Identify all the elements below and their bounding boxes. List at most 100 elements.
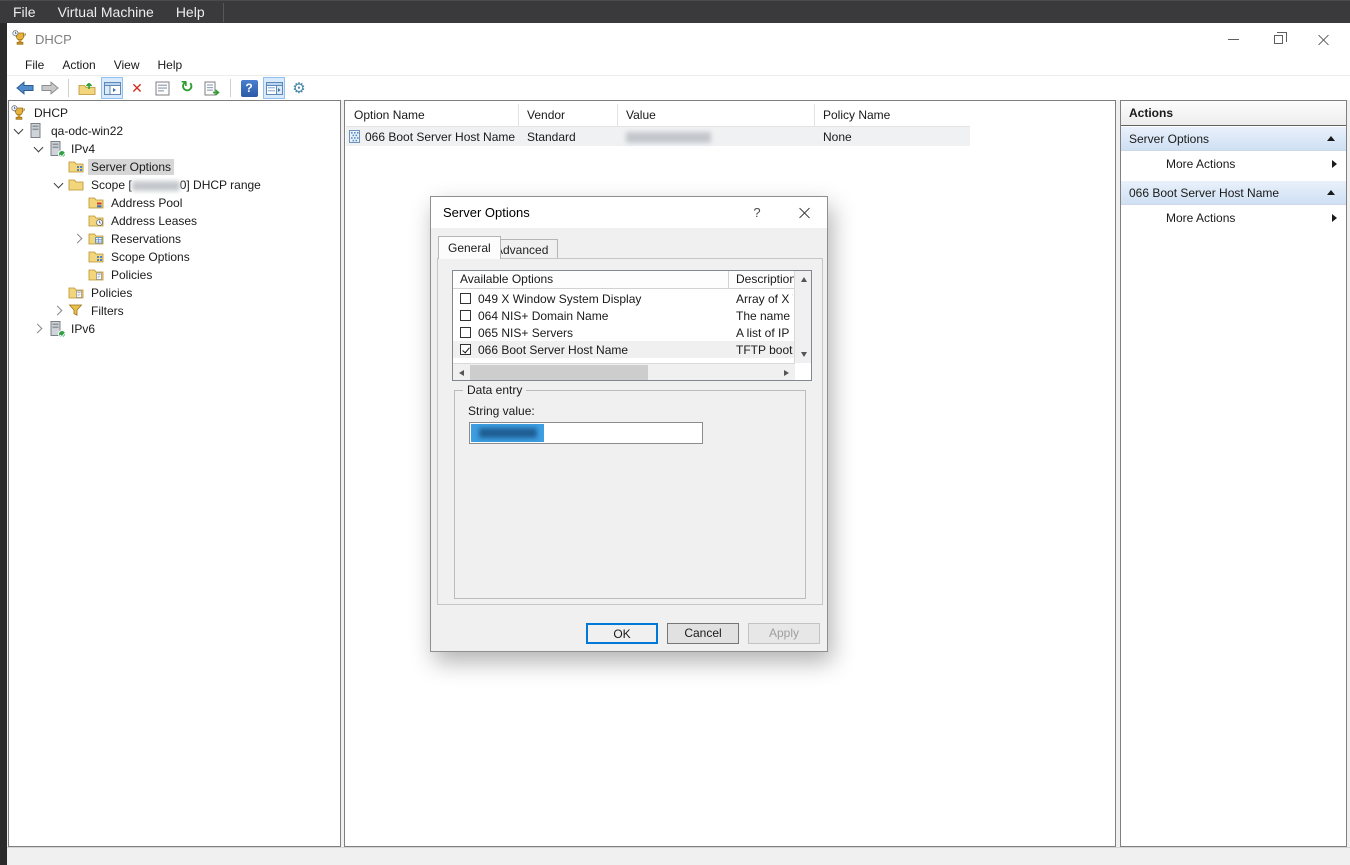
back-icon[interactable] [14, 77, 36, 99]
vm-menu-virtual-machine[interactable]: Virtual Machine [58, 4, 154, 20]
column-header-description[interactable]: Description [729, 271, 794, 289]
vm-menu-help[interactable]: Help [176, 4, 205, 20]
group-legend: Data entry [463, 383, 526, 397]
forward-icon[interactable] [39, 77, 61, 99]
export-list-icon[interactable] [201, 77, 223, 99]
apply-button[interactable]: Apply [748, 623, 820, 644]
general-tab-page: Available Options Description 049 X Wind… [437, 258, 823, 605]
option-row-064[interactable]: 064 NIS+ Domain Name The name o [453, 307, 794, 324]
chevron-down-icon[interactable] [10, 122, 28, 140]
column-header-policy-name[interactable]: Policy Name [815, 104, 970, 126]
folder-options-icon [88, 249, 104, 265]
tree-item-address-pool[interactable]: Address Pool [9, 194, 340, 212]
details-table-header: Option Name Vendor Value Policy Name [346, 104, 970, 127]
scroll-up-icon[interactable] [795, 271, 812, 288]
dialog-close-button[interactable] [789, 197, 819, 228]
checkbox-unchecked[interactable] [460, 310, 471, 321]
menu-view[interactable]: View [105, 58, 149, 72]
string-value-input[interactable] [469, 422, 703, 444]
column-header-available-options[interactable]: Available Options [453, 271, 729, 289]
vm-menu-file[interactable]: File [13, 4, 36, 20]
chevron-spacer [70, 212, 88, 230]
tree-item-scope-policies[interactable]: Policies [9, 266, 340, 284]
tree-item-label: IPv6 [68, 321, 98, 337]
chevron-right-icon[interactable] [70, 230, 88, 248]
option-row-065[interactable]: 065 NIS+ Servers A list of IP a [453, 324, 794, 341]
tree-item-scope[interactable]: Scope [0] DHCP range [9, 176, 340, 194]
tree-item-scope-options[interactable]: Scope Options [9, 248, 340, 266]
available-options-list[interactable]: Available Options Description 049 X Wind… [452, 270, 812, 381]
tree-item-ipv6[interactable]: IPv6 [9, 320, 340, 338]
restore-button[interactable] [1256, 23, 1301, 55]
horizontal-scrollbar[interactable] [453, 363, 795, 380]
tab-general[interactable]: General [438, 236, 501, 259]
more-actions-item[interactable]: More Actions [1121, 152, 1346, 177]
actions-pane-title: Actions [1121, 101, 1346, 126]
minimize-button[interactable] [1211, 23, 1256, 55]
redacted-value [626, 132, 711, 143]
column-header-option-name[interactable]: Option Name [346, 104, 519, 126]
option-row-066[interactable]: 066 Boot Server Host Name TFTP boot s [453, 341, 794, 358]
tree-item-server[interactable]: qa-odc-win22 [9, 122, 340, 140]
tree-item-ipv4-policies[interactable]: Policies [9, 284, 340, 302]
option-icon [349, 130, 360, 143]
action-pane-toggle-icon[interactable] [263, 77, 285, 99]
actions-pane: Actions Server Options More Actions 066 … [1120, 100, 1347, 847]
scroll-down-icon[interactable] [795, 346, 812, 363]
chevron-down-icon[interactable] [50, 176, 68, 194]
refresh-icon[interactable]: ↻ [176, 77, 198, 99]
tree-item-ipv4[interactable]: IPv4 [9, 140, 340, 158]
menu-file[interactable]: File [16, 58, 53, 72]
scroll-left-icon[interactable] [453, 364, 470, 381]
more-actions-item[interactable]: More Actions [1121, 206, 1346, 231]
checkbox-unchecked[interactable] [460, 293, 471, 304]
selected-text [471, 424, 544, 442]
scrollbar-thumb[interactable] [470, 365, 648, 380]
actions-section-server-options[interactable]: Server Options [1121, 127, 1346, 151]
server-icon [28, 123, 44, 139]
cancel-button[interactable]: Cancel [667, 623, 739, 644]
chevron-right-icon[interactable] [50, 302, 68, 320]
settings-gear-icon[interactable]: ⚙ [288, 77, 310, 99]
vertical-scrollbar[interactable] [794, 271, 811, 363]
close-button[interactable] [1301, 23, 1346, 55]
up-folder-icon[interactable] [76, 77, 98, 99]
checkbox-checked[interactable] [460, 344, 471, 355]
tree-item-label: Scope [0] DHCP range [88, 177, 264, 193]
scroll-right-icon[interactable] [778, 364, 795, 381]
app-menubar: File Action View Help [7, 55, 1350, 75]
tree-item-dhcp-root[interactable]: DHCP [9, 104, 340, 122]
menu-action[interactable]: Action [53, 58, 104, 72]
submenu-arrow-icon [1332, 160, 1337, 168]
tree-item-address-leases[interactable]: Address Leases [9, 212, 340, 230]
actions-section-066-boot-server[interactable]: 066 Boot Server Host Name [1121, 181, 1346, 205]
chevron-right-icon[interactable] [30, 320, 48, 338]
toolbar-separator [68, 79, 69, 97]
app-titlebar: DHCP [7, 23, 1350, 55]
cell-value [618, 130, 815, 144]
option-row-049[interactable]: 049 X Window System Display Array of X W [453, 290, 794, 307]
column-header-vendor[interactable]: Vendor [519, 104, 618, 126]
checkbox-unchecked[interactable] [460, 327, 471, 338]
help-icon[interactable]: ? [238, 77, 260, 99]
string-value-label: String value: [468, 404, 535, 418]
table-row[interactable]: 066 Boot Server Host Name Standard None [346, 127, 970, 146]
dialog-help-button[interactable]: ? [742, 197, 772, 228]
tree-item-server-options[interactable]: Server Options [9, 158, 340, 176]
menu-help[interactable]: Help [149, 58, 192, 72]
properties-icon[interactable] [151, 77, 173, 99]
chevron-down-icon[interactable] [30, 140, 48, 158]
tree-item-filters[interactable]: Filters [9, 302, 340, 320]
close-icon [1318, 34, 1329, 45]
green-check-badge [58, 330, 66, 338]
delete-icon[interactable]: ✕ [126, 77, 148, 99]
tree-item-label: Address Leases [108, 213, 200, 229]
console-tree-toggle-icon[interactable] [101, 77, 123, 99]
column-header-value[interactable]: Value [618, 104, 815, 126]
option-label: 049 X Window System Display [478, 292, 641, 306]
collapse-icon[interactable] [1327, 136, 1335, 141]
collapse-icon[interactable] [1327, 190, 1335, 195]
tree-item-label: Policies [108, 267, 155, 283]
ok-button[interactable]: OK [586, 623, 658, 644]
tree-item-reservations[interactable]: Reservations [9, 230, 340, 248]
